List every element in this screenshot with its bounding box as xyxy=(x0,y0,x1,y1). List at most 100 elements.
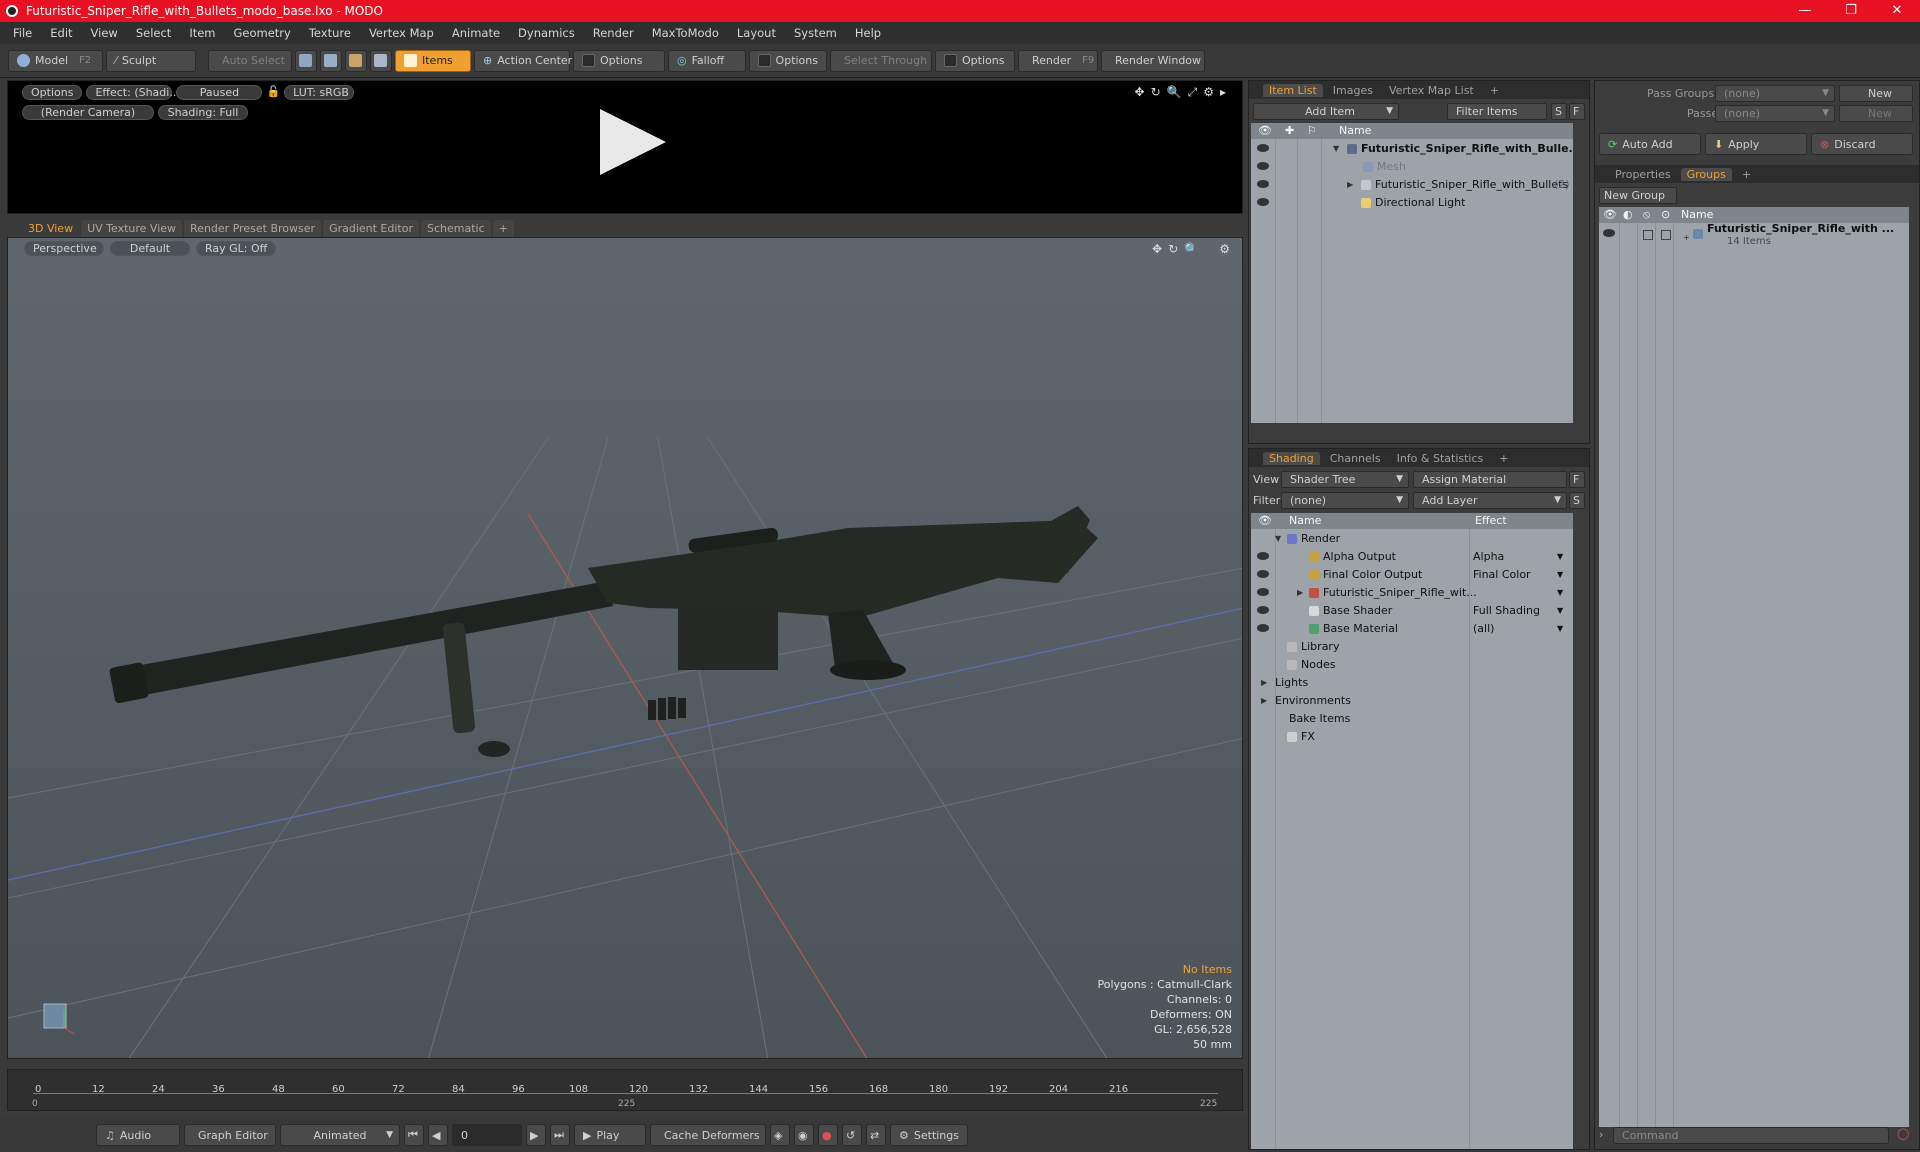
passes-dropdown[interactable]: (none) ▼ xyxy=(1715,105,1835,122)
zoom-icon[interactable]: 🔍 xyxy=(1167,85,1182,100)
apply-button[interactable]: ⬇ Apply xyxy=(1705,133,1807,155)
shader-filter-dropdown[interactable]: (none) ▼ xyxy=(1281,492,1409,509)
tab-3d-view[interactable]: 3D View xyxy=(22,219,80,237)
tab-images[interactable]: Images xyxy=(1327,84,1379,97)
action-center-options-button[interactable]: Options xyxy=(573,49,665,72)
gear-icon[interactable]: ⚙ xyxy=(1203,85,1214,100)
shading-dropdown[interactable]: Shading: Full xyxy=(158,105,248,120)
tab-vertex-map-list[interactable]: Vertex Map List xyxy=(1383,84,1480,97)
add-panel-tab-button[interactable]: + xyxy=(1484,84,1505,97)
audio-button[interactable]: ♫ Audio xyxy=(96,1124,180,1146)
graph-editor-button[interactable]: Graph Editor xyxy=(184,1124,276,1146)
close-button[interactable]: ✕ xyxy=(1874,0,1920,22)
tab-item-list[interactable]: Item List xyxy=(1263,83,1323,97)
perspective-dropdown[interactable]: Perspective xyxy=(24,241,104,256)
shader-row-render[interactable]: ▼ Render xyxy=(1251,530,1573,548)
eye-icon[interactable] xyxy=(1257,162,1269,170)
loop-button[interactable]: ↺ xyxy=(842,1124,862,1146)
eye-icon[interactable] xyxy=(1257,144,1269,152)
tab-schematic[interactable]: Schematic xyxy=(421,219,491,237)
polygons-mode-button[interactable] xyxy=(345,49,367,72)
command-input[interactable]: Command xyxy=(1613,1127,1889,1144)
menu-texture[interactable]: Texture xyxy=(300,26,360,40)
menu-maxtomodo[interactable]: MaxToModo xyxy=(643,26,728,40)
items-mode-button[interactable]: Items xyxy=(395,49,471,72)
falloff-options-button[interactable]: Options xyxy=(749,49,827,72)
expand-triangle-icon[interactable]: ▶ xyxy=(1261,692,1267,710)
shader-view-dropdown[interactable]: Shader Tree ▼ xyxy=(1281,471,1409,488)
effect-dropdown[interactable]: Alpha xyxy=(1473,548,1504,566)
shader-row-nodes[interactable]: Nodes xyxy=(1251,656,1573,674)
lock-checkbox[interactable] xyxy=(1643,230,1653,240)
item-list-f-button[interactable]: F xyxy=(1569,103,1585,120)
previous-key-button[interactable]: ◀ xyxy=(428,1124,448,1146)
shading-s-button[interactable]: S xyxy=(1569,492,1585,509)
tab-gradient-editor[interactable]: Gradient Editor xyxy=(323,219,419,237)
tab-groups[interactable]: Groups xyxy=(1680,167,1732,181)
select-through-button[interactable]: Select Through xyxy=(830,49,932,72)
record-button[interactable]: ● xyxy=(818,1124,838,1146)
auto-add-button[interactable]: ⟳ Auto Add xyxy=(1599,133,1701,155)
falloff-button[interactable]: ◎ Falloff xyxy=(668,49,746,72)
next-frame-button[interactable]: ▶ xyxy=(526,1124,546,1146)
item-row-directional-light[interactable]: Directional Light xyxy=(1251,194,1573,212)
eye-icon[interactable] xyxy=(1257,588,1269,596)
go-to-end-button[interactable]: ⏭ xyxy=(550,1124,570,1146)
pan-icon[interactable]: ✥ xyxy=(1152,242,1162,256)
menu-render[interactable]: Render xyxy=(584,26,643,40)
tab-channels[interactable]: Channels xyxy=(1324,452,1387,465)
model-mode-button[interactable]: Model F2 xyxy=(8,49,103,72)
animated-dropdown[interactable]: Animated ▼ xyxy=(280,1124,400,1146)
minimize-button[interactable]: — xyxy=(1782,0,1828,22)
effect-dropdown[interactable]: Full Shading xyxy=(1473,602,1540,620)
render-button[interactable]: Render F9 xyxy=(1018,49,1098,72)
effect-dropdown[interactable]: Final Color xyxy=(1473,566,1531,584)
eye-icon[interactable] xyxy=(1257,624,1269,632)
preview-options-button[interactable]: Options xyxy=(22,85,83,100)
effect-dropdown[interactable]: (all) xyxy=(1473,620,1494,638)
render-camera-dropdown[interactable]: (Render Camera) xyxy=(22,105,154,120)
expand-triangle-icon[interactable]: ▶ xyxy=(1347,176,1353,194)
gear-icon[interactable]: ⚙ xyxy=(1219,242,1230,256)
new-pass-group-button[interactable]: New xyxy=(1839,85,1913,102)
command-history-icon[interactable]: ◯ xyxy=(1897,1127,1909,1140)
shader-row-lights[interactable]: ▶ Lights xyxy=(1251,674,1573,692)
eye-icon[interactable] xyxy=(1257,570,1269,578)
group-row[interactable]: + Futuristic_Sniper_Rifle_with ... 14 It… xyxy=(1599,222,1909,255)
maximize-icon[interactable]: ⤢ xyxy=(1188,85,1198,100)
cache-deformers-button[interactable]: Cache Deformers xyxy=(650,1124,766,1146)
add-item-dropdown[interactable]: Add Item ▼ xyxy=(1253,103,1399,120)
tab-shading[interactable]: Shading xyxy=(1263,451,1320,465)
vertices-mode-button[interactable] xyxy=(295,49,317,72)
render-window-button[interactable]: Render Window xyxy=(1101,49,1205,72)
eye-icon[interactable] xyxy=(1257,552,1269,560)
menu-select[interactable]: Select xyxy=(127,26,180,40)
edges-mode-button[interactable] xyxy=(320,49,342,72)
preview-paused-button[interactable]: Paused xyxy=(176,85,263,100)
collapse-triangle-icon[interactable]: ▼ xyxy=(1275,530,1281,548)
add-layer-dropdown[interactable]: Add Layer ▼ xyxy=(1413,492,1567,509)
menu-layout[interactable]: Layout xyxy=(728,26,785,40)
tab-properties[interactable]: Properties xyxy=(1609,168,1677,181)
raygl-dropdown[interactable]: Ray GL: Off xyxy=(196,241,276,256)
select-checkbox[interactable] xyxy=(1661,230,1671,240)
item-row-mesh[interactable]: Mesh xyxy=(1251,158,1573,176)
chevron-down-icon[interactable]: ▼ xyxy=(1557,584,1563,602)
new-pass-button[interactable]: New xyxy=(1839,105,1913,122)
shader-row-bake-items[interactable]: Bake Items xyxy=(1251,710,1573,728)
shader-row-futuristic-sniper-rifle-wit[interactable]: ▶ Futuristic_Sniper_Rifle_wit... ▼ xyxy=(1251,584,1573,602)
go-to-start-button[interactable]: ⏮ xyxy=(404,1124,424,1146)
lock-icon[interactable]: 🔓 xyxy=(266,85,280,100)
pan-icon[interactable]: ✥ xyxy=(1135,85,1145,100)
menu-geometry[interactable]: Geometry xyxy=(225,26,300,40)
sync-button[interactable]: ⇄ xyxy=(866,1124,886,1146)
sniper-rifle-model[interactable] xyxy=(109,506,1098,757)
expand-plus-icon[interactable]: + xyxy=(1683,229,1690,247)
menu-view[interactable]: View xyxy=(82,26,127,40)
menu-vertex-map[interactable]: Vertex Map xyxy=(360,26,443,40)
shader-row-library[interactable]: Library xyxy=(1251,638,1573,656)
menu-dynamics[interactable]: Dynamics xyxy=(509,26,584,40)
collapse-triangle-icon[interactable]: ▼ xyxy=(1333,140,1339,158)
add-panel-tab-button[interactable]: + xyxy=(1493,452,1514,465)
shader-row-base-material[interactable]: Base Material (all) ▼ xyxy=(1251,620,1573,638)
